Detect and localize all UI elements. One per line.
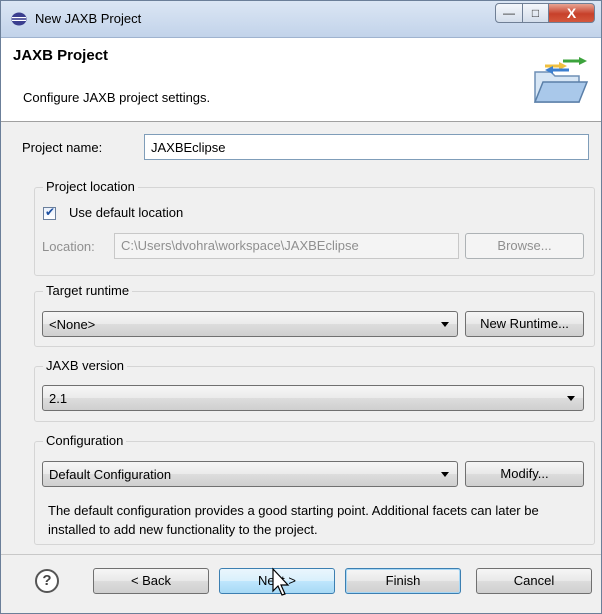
title-bar[interactable]: New JAXB Project — □ X — [1, 1, 601, 38]
new-runtime-button[interactable]: New Runtime... — [465, 311, 584, 337]
use-default-location-checkbox[interactable]: ✔ — [43, 205, 56, 220]
chevron-down-icon — [567, 396, 575, 401]
close-button[interactable]: X — [549, 3, 595, 23]
target-runtime-select[interactable]: <None> — [42, 311, 458, 337]
minimize-button[interactable]: — — [495, 3, 523, 23]
cancel-button[interactable]: Cancel — [476, 568, 592, 594]
page-title: JAXB Project — [13, 47, 109, 64]
finish-button[interactable]: Finish — [345, 568, 461, 594]
location-label: Location: — [42, 239, 95, 254]
mouse-pointer-icon — [272, 567, 290, 596]
close-icon: X — [566, 5, 577, 21]
window-controls: — □ X — [495, 3, 595, 27]
maximize-icon: □ — [531, 6, 540, 20]
footer-divider — [1, 554, 601, 555]
wizard-header: JAXB Project Configure JAXB project sett… — [1, 38, 601, 122]
help-icon[interactable]: ? — [35, 569, 59, 593]
dialog-window: New JAXB Project — □ X JAXB Project Conf… — [0, 0, 602, 614]
configuration-selected: Default Configuration — [49, 467, 172, 482]
new-project-folder-icon — [533, 57, 589, 103]
target-runtime-selected: <None> — [49, 317, 96, 332]
use-default-location-label[interactable]: Use default location — [69, 205, 183, 220]
window-title: New JAXB Project — [35, 11, 142, 26]
minimize-icon: — — [503, 6, 515, 20]
configuration-select[interactable]: Default Configuration — [42, 461, 458, 487]
chevron-down-icon — [441, 472, 449, 477]
project-location-group-label: Project location — [43, 179, 138, 194]
configuration-group-label: Configuration — [43, 433, 127, 448]
back-button[interactable]: < Back — [93, 568, 209, 594]
chevron-down-icon — [441, 322, 449, 327]
eclipse-app-icon — [11, 12, 27, 26]
browse-button: Browse... — [465, 233, 584, 259]
modify-button[interactable]: Modify... — [465, 461, 584, 487]
jaxb-version-select[interactable]: 2.1 — [42, 385, 584, 411]
configuration-description: The default configuration provides a goo… — [48, 503, 539, 537]
maximize-button[interactable]: □ — [523, 3, 549, 23]
target-runtime-group-label: Target runtime — [43, 283, 133, 298]
jaxb-version-group-label: JAXB version — [43, 358, 128, 373]
page-description: Configure JAXB project settings. — [23, 90, 211, 105]
project-name-input[interactable] — [144, 134, 589, 160]
jaxb-version-selected: 2.1 — [49, 391, 68, 406]
checkmark-icon: ✔ — [45, 205, 56, 219]
project-location-group: Project location — [34, 179, 595, 276]
project-name-label: Project name: — [22, 140, 103, 155]
location-input: C:\Users\dvohra\workspace\JAXBEclipse — [114, 233, 459, 259]
